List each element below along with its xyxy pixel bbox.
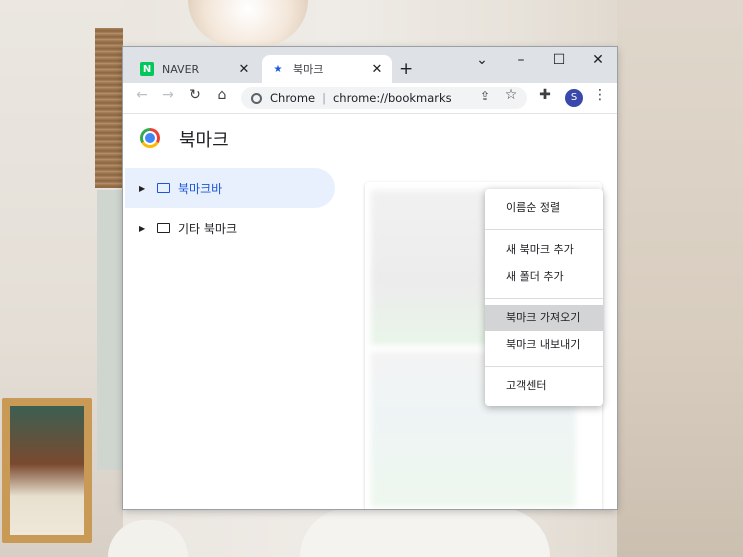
menu-item-add-folder[interactable]: 새 폴더 추가 <box>485 264 603 290</box>
new-tab-icon[interactable]: + <box>399 59 413 79</box>
wallpaper-lamp <box>188 0 308 46</box>
wallpaper-blind <box>95 28 123 188</box>
tab-search-chevron-icon[interactable]: ⌄ <box>472 52 492 68</box>
organize-menu: 이름순 정렬 새 북마크 추가 새 폴더 추가 북마크 가져오기 북마크 내보내… <box>485 189 603 406</box>
close-icon[interactable]: ✕ <box>368 62 386 77</box>
browser-window: N NAVER ✕ ★ 북마크 ✕ + ⌄ – ☐ ✕ ← → ↻ ⌂ Chro… <box>123 47 617 509</box>
sidebar-item-label: 기타 북마크 <box>178 221 238 236</box>
star-icon: ★ <box>273 63 283 75</box>
window-close-icon[interactable]: ✕ <box>588 52 608 68</box>
tab-bookmarks[interactable]: ★ 북마크 ✕ <box>262 55 392 83</box>
sidebar-item-label: 북마크바 <box>178 181 223 196</box>
wallpaper-picture-frame <box>2 398 92 543</box>
tab-naver[interactable]: N NAVER ✕ <box>131 55 259 83</box>
wallpaper-right <box>617 0 743 557</box>
sidebar-item-other-bookmarks[interactable]: ▶ 기타 북마크 <box>125 208 335 248</box>
chrome-logo-icon <box>140 128 160 148</box>
back-icon[interactable]: ← <box>131 87 153 103</box>
home-icon[interactable]: ⌂ <box>211 87 233 103</box>
menu-divider <box>485 366 603 367</box>
maximize-icon[interactable]: ☐ <box>549 52 569 68</box>
menu-divider <box>485 229 603 230</box>
folder-icon <box>157 183 170 193</box>
forward-icon[interactable]: → <box>157 87 179 103</box>
tab-strip: N NAVER ✕ ★ 북마크 ✕ + ⌄ – ☐ ✕ <box>123 47 617 83</box>
wallpaper-window <box>97 190 123 470</box>
menu-item-export-bookmarks[interactable]: 북마크 내보내기 <box>485 332 603 358</box>
folder-icon <box>157 223 170 233</box>
naver-icon: N <box>140 62 154 76</box>
minimize-icon[interactable]: – <box>511 52 531 68</box>
tab-title: 북마크 <box>293 63 324 76</box>
site-label: Chrome <box>270 91 316 105</box>
more-menu-icon[interactable]: ⋮ <box>589 87 611 103</box>
menu-item-add-bookmark[interactable]: 새 북마크 추가 <box>485 237 603 263</box>
url-text: chrome://bookmarks <box>332 91 452 105</box>
menu-item-sort-by-name[interactable]: 이름순 정렬 <box>485 195 603 221</box>
address-separator: | <box>322 91 326 105</box>
menu-divider <box>485 298 603 299</box>
expand-arrow-icon[interactable]: ▶ <box>139 224 155 233</box>
tab-title: NAVER <box>162 62 200 76</box>
chrome-site-icon <box>251 92 262 104</box>
avatar[interactable]: S <box>565 89 583 107</box>
toolbar: ← → ↻ ⌂ Chrome | chrome://bookmarks ⇪ ☆ … <box>123 83 617 114</box>
share-icon[interactable]: ⇪ <box>474 89 496 103</box>
close-icon[interactable]: ✕ <box>235 62 253 77</box>
bookmarks-page: 북마크 ▶ 북마크바 ▶ 기타 북마크 이름순 정렬 새 북마크 추가 새 폴더… <box>123 114 617 509</box>
expand-arrow-icon[interactable]: ▶ <box>139 184 155 193</box>
extensions-icon[interactable]: ✚ <box>534 87 556 103</box>
menu-item-help-center[interactable]: 고객센터 <box>485 373 603 399</box>
page-title: 북마크 <box>179 130 229 151</box>
wallpaper-bed <box>300 508 550 557</box>
sidebar-item-bookmarks-bar[interactable]: ▶ 북마크바 <box>125 168 335 208</box>
bookmark-star-icon[interactable]: ☆ <box>500 87 522 103</box>
menu-item-import-bookmarks[interactable]: 북마크 가져오기 <box>485 305 603 331</box>
reload-icon[interactable]: ↻ <box>184 87 206 103</box>
